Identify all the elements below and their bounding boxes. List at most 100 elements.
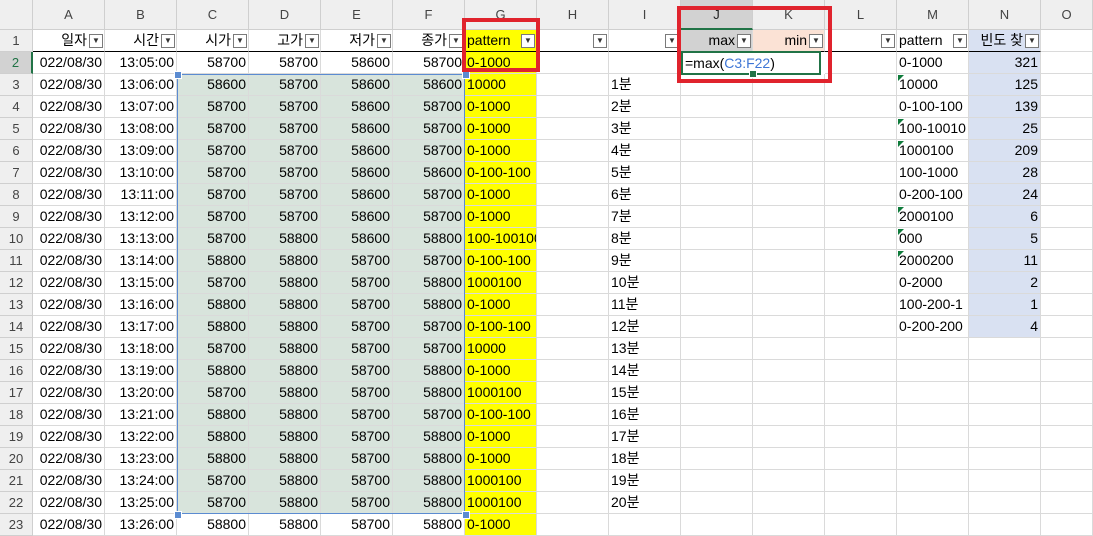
cell-k6[interactable] [753, 140, 825, 162]
cell-c14[interactable]: 58800 [177, 316, 249, 338]
cell-i19[interactable]: 17분 [609, 426, 681, 448]
cell-b17[interactable]: 13:20:00 [105, 382, 177, 404]
cell-h22[interactable] [537, 492, 609, 514]
cell-k22[interactable] [753, 492, 825, 514]
cell-b2[interactable]: 13:05:00 [105, 52, 177, 74]
cell-m4[interactable]: 0-100-100 [897, 96, 969, 118]
cell-k19[interactable] [753, 426, 825, 448]
filter-dropdown-f[interactable]: ▼ [449, 34, 463, 48]
cell-i22[interactable]: 20분 [609, 492, 681, 514]
cell-g2[interactable]: 0-1000 [465, 52, 537, 74]
cell-h13[interactable] [537, 294, 609, 316]
cell-f22[interactable]: 58800 [393, 492, 465, 514]
cell-l17[interactable] [825, 382, 897, 404]
cell-d19[interactable]: 58800 [249, 426, 321, 448]
header-cell-i[interactable]: ▼ [609, 30, 681, 52]
cell-l15[interactable] [825, 338, 897, 360]
cell-d3[interactable]: 58700 [249, 74, 321, 96]
cell-c23[interactable]: 58800 [177, 514, 249, 536]
cell-m16[interactable] [897, 360, 969, 382]
cell-j3[interactable] [681, 74, 753, 96]
spreadsheet-grid[interactable]: A B C D E F G H I J K L M N O 1 2 3 4 5 6 7 8 9 10 11 12 13 14 15 16 17… [0, 0, 1093, 536]
cell-i7[interactable]: 5분 [609, 162, 681, 184]
cell-g11[interactable]: 0-100-100 [465, 250, 537, 272]
cell-e16[interactable]: 58700 [321, 360, 393, 382]
cell-b14[interactable]: 13:17:00 [105, 316, 177, 338]
cell-e11[interactable]: 58700 [321, 250, 393, 272]
cell-o18[interactable] [1041, 404, 1093, 426]
cell-d2[interactable]: 58700 [249, 52, 321, 74]
cell-f15[interactable]: 58700 [393, 338, 465, 360]
cell-c6[interactable]: 58700 [177, 140, 249, 162]
cell-a5[interactable]: 022/08/30 [33, 118, 105, 140]
cell-c22[interactable]: 58700 [177, 492, 249, 514]
filter-dropdown-d[interactable]: ▼ [305, 34, 319, 48]
cell-e21[interactable]: 58700 [321, 470, 393, 492]
cell-l2[interactable] [825, 52, 897, 74]
cell-k9[interactable] [753, 206, 825, 228]
cell-g14[interactable]: 0-100-100 [465, 316, 537, 338]
cell-g23[interactable]: 0-1000 [465, 514, 537, 536]
cell-g18[interactable]: 0-100-100 [465, 404, 537, 426]
cell-k12[interactable] [753, 272, 825, 294]
cell-g17[interactable]: 1000100 [465, 382, 537, 404]
cell-i8[interactable]: 6분 [609, 184, 681, 206]
cell-m9[interactable]: 2000100 [897, 206, 969, 228]
row-header-10[interactable]: 10 [0, 228, 33, 250]
cell-k8[interactable] [753, 184, 825, 206]
cell-e22[interactable]: 58700 [321, 492, 393, 514]
cell-m8[interactable]: 0-200-100 [897, 184, 969, 206]
cell-d8[interactable]: 58700 [249, 184, 321, 206]
cell-a23[interactable]: 022/08/30 [33, 514, 105, 536]
cell-i11[interactable]: 9분 [609, 250, 681, 272]
cell-j23[interactable] [681, 514, 753, 536]
row-header-2[interactable]: 2 [0, 52, 33, 74]
header-cell-l[interactable]: ▼ [825, 30, 897, 52]
cell-a21[interactable]: 022/08/30 [33, 470, 105, 492]
cell-i20[interactable]: 18분 [609, 448, 681, 470]
cell-j9[interactable] [681, 206, 753, 228]
cell-h21[interactable] [537, 470, 609, 492]
cell-m7[interactable]: 100-1000 [897, 162, 969, 184]
cell-o9[interactable] [1041, 206, 1093, 228]
cell-j13[interactable] [681, 294, 753, 316]
column-header-a[interactable]: A [33, 0, 105, 30]
column-header-o[interactable]: O [1041, 0, 1093, 30]
cell-b8[interactable]: 13:11:00 [105, 184, 177, 206]
cell-a4[interactable]: 022/08/30 [33, 96, 105, 118]
cell-e2[interactable]: 58600 [321, 52, 393, 74]
cell-e18[interactable]: 58700 [321, 404, 393, 426]
row-header-17[interactable]: 17 [0, 382, 33, 404]
row-header-6[interactable]: 6 [0, 140, 33, 162]
cell-b20[interactable]: 13:23:00 [105, 448, 177, 470]
cell-b21[interactable]: 13:24:00 [105, 470, 177, 492]
cell-i2[interactable] [609, 52, 681, 74]
cell-c11[interactable]: 58800 [177, 250, 249, 272]
cell-c19[interactable]: 58800 [177, 426, 249, 448]
cell-k7[interactable] [753, 162, 825, 184]
cell-h12[interactable] [537, 272, 609, 294]
range-corner-handle[interactable] [462, 511, 470, 519]
filter-dropdown-j[interactable]: ▼ [737, 34, 751, 48]
cell-l7[interactable] [825, 162, 897, 184]
cell-m5[interactable]: 100-10010 [897, 118, 969, 140]
cell-c13[interactable]: 58800 [177, 294, 249, 316]
cell-k16[interactable] [753, 360, 825, 382]
cell-k10[interactable] [753, 228, 825, 250]
cell-e13[interactable]: 58700 [321, 294, 393, 316]
cell-e19[interactable]: 58700 [321, 426, 393, 448]
cell-a15[interactable]: 022/08/30 [33, 338, 105, 360]
cell-d12[interactable]: 58800 [249, 272, 321, 294]
cell-d15[interactable]: 58800 [249, 338, 321, 360]
range-corner-handle[interactable] [174, 511, 182, 519]
cell-k14[interactable] [753, 316, 825, 338]
cell-l10[interactable] [825, 228, 897, 250]
header-cell-k[interactable]: min ▼ [753, 30, 825, 52]
cell-e6[interactable]: 58600 [321, 140, 393, 162]
cell-m2[interactable]: 0-1000 [897, 52, 969, 74]
cell-n19[interactable] [969, 426, 1041, 448]
cell-o11[interactable] [1041, 250, 1093, 272]
row-header-7[interactable]: 7 [0, 162, 33, 184]
cell-l6[interactable] [825, 140, 897, 162]
cell-a2[interactable]: 022/08/30 [33, 52, 105, 74]
